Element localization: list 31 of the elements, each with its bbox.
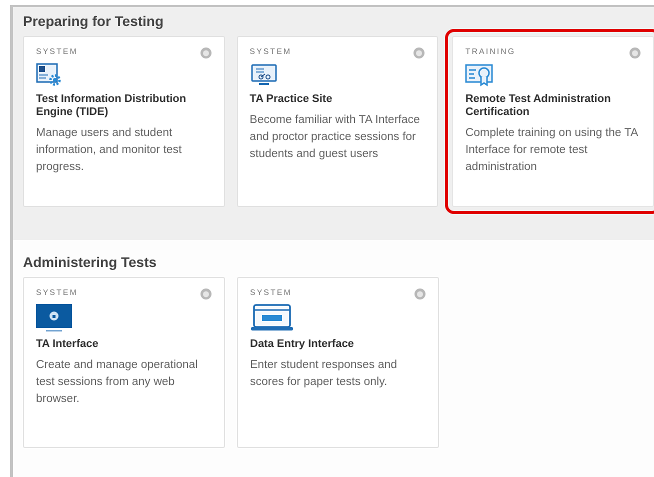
app-card[interactable]: SYSTEM Data Entry Interface Enter student responses and scores for paper tests only. (237, 277, 439, 448)
card-title: Data Entry Interface (250, 338, 355, 351)
card-description: Become familiar with TA Interface and proctor practice sessions for students and guest users (250, 113, 421, 162)
card-title: TA Practice Site (250, 93, 334, 106)
laptop-icon (250, 304, 294, 332)
card-title: Remote Test Administration Certification (465, 93, 612, 119)
card-description: Create and manage operational test sessions from any web browser. (36, 358, 199, 407)
monitor-lock-icon (36, 304, 72, 332)
app-card[interactable]: SYSTEM TA Interface Create and manage operational test sessions from any web browser. (23, 277, 225, 448)
info-icon[interactable] (200, 288, 212, 300)
app-card[interactable]: SYSTEM TA Practice Site Become familiar with TA Interface and proctor practice sessions for students and guest users (236, 36, 438, 207)
app-card[interactable]: SYSTEM Test Information Distribution Engine (TIDE) Manage users and student information, and monitor test progress. (23, 36, 225, 207)
info-icon[interactable] (629, 47, 642, 59)
section-heading: Preparing for Testing (23, 13, 165, 29)
card-title: Test Information Distribution Engine (TIDE) (36, 93, 188, 119)
category-label: TRAINING (465, 47, 516, 56)
category-label: SYSTEM (250, 47, 292, 56)
info-icon[interactable] (413, 47, 426, 59)
monitor-bicycle-icon (250, 63, 278, 87)
certificate-icon (465, 63, 494, 87)
info-icon[interactable] (414, 288, 426, 300)
card-description: Complete training on using the TA Interface for remote test administration (465, 126, 639, 175)
card-title: TA Interface (36, 338, 100, 351)
document-gear-icon (36, 63, 62, 87)
card-description: Enter student responses and scores for paper tests only. (250, 358, 398, 390)
category-label: SYSTEM (36, 47, 78, 56)
info-icon[interactable] (200, 47, 212, 59)
card-description: Manage users and student information, and monitor test progress. (36, 126, 183, 175)
category-label: SYSTEM (36, 288, 78, 297)
section-heading: Administering Tests (23, 254, 158, 270)
category-label: SYSTEM (250, 288, 292, 297)
